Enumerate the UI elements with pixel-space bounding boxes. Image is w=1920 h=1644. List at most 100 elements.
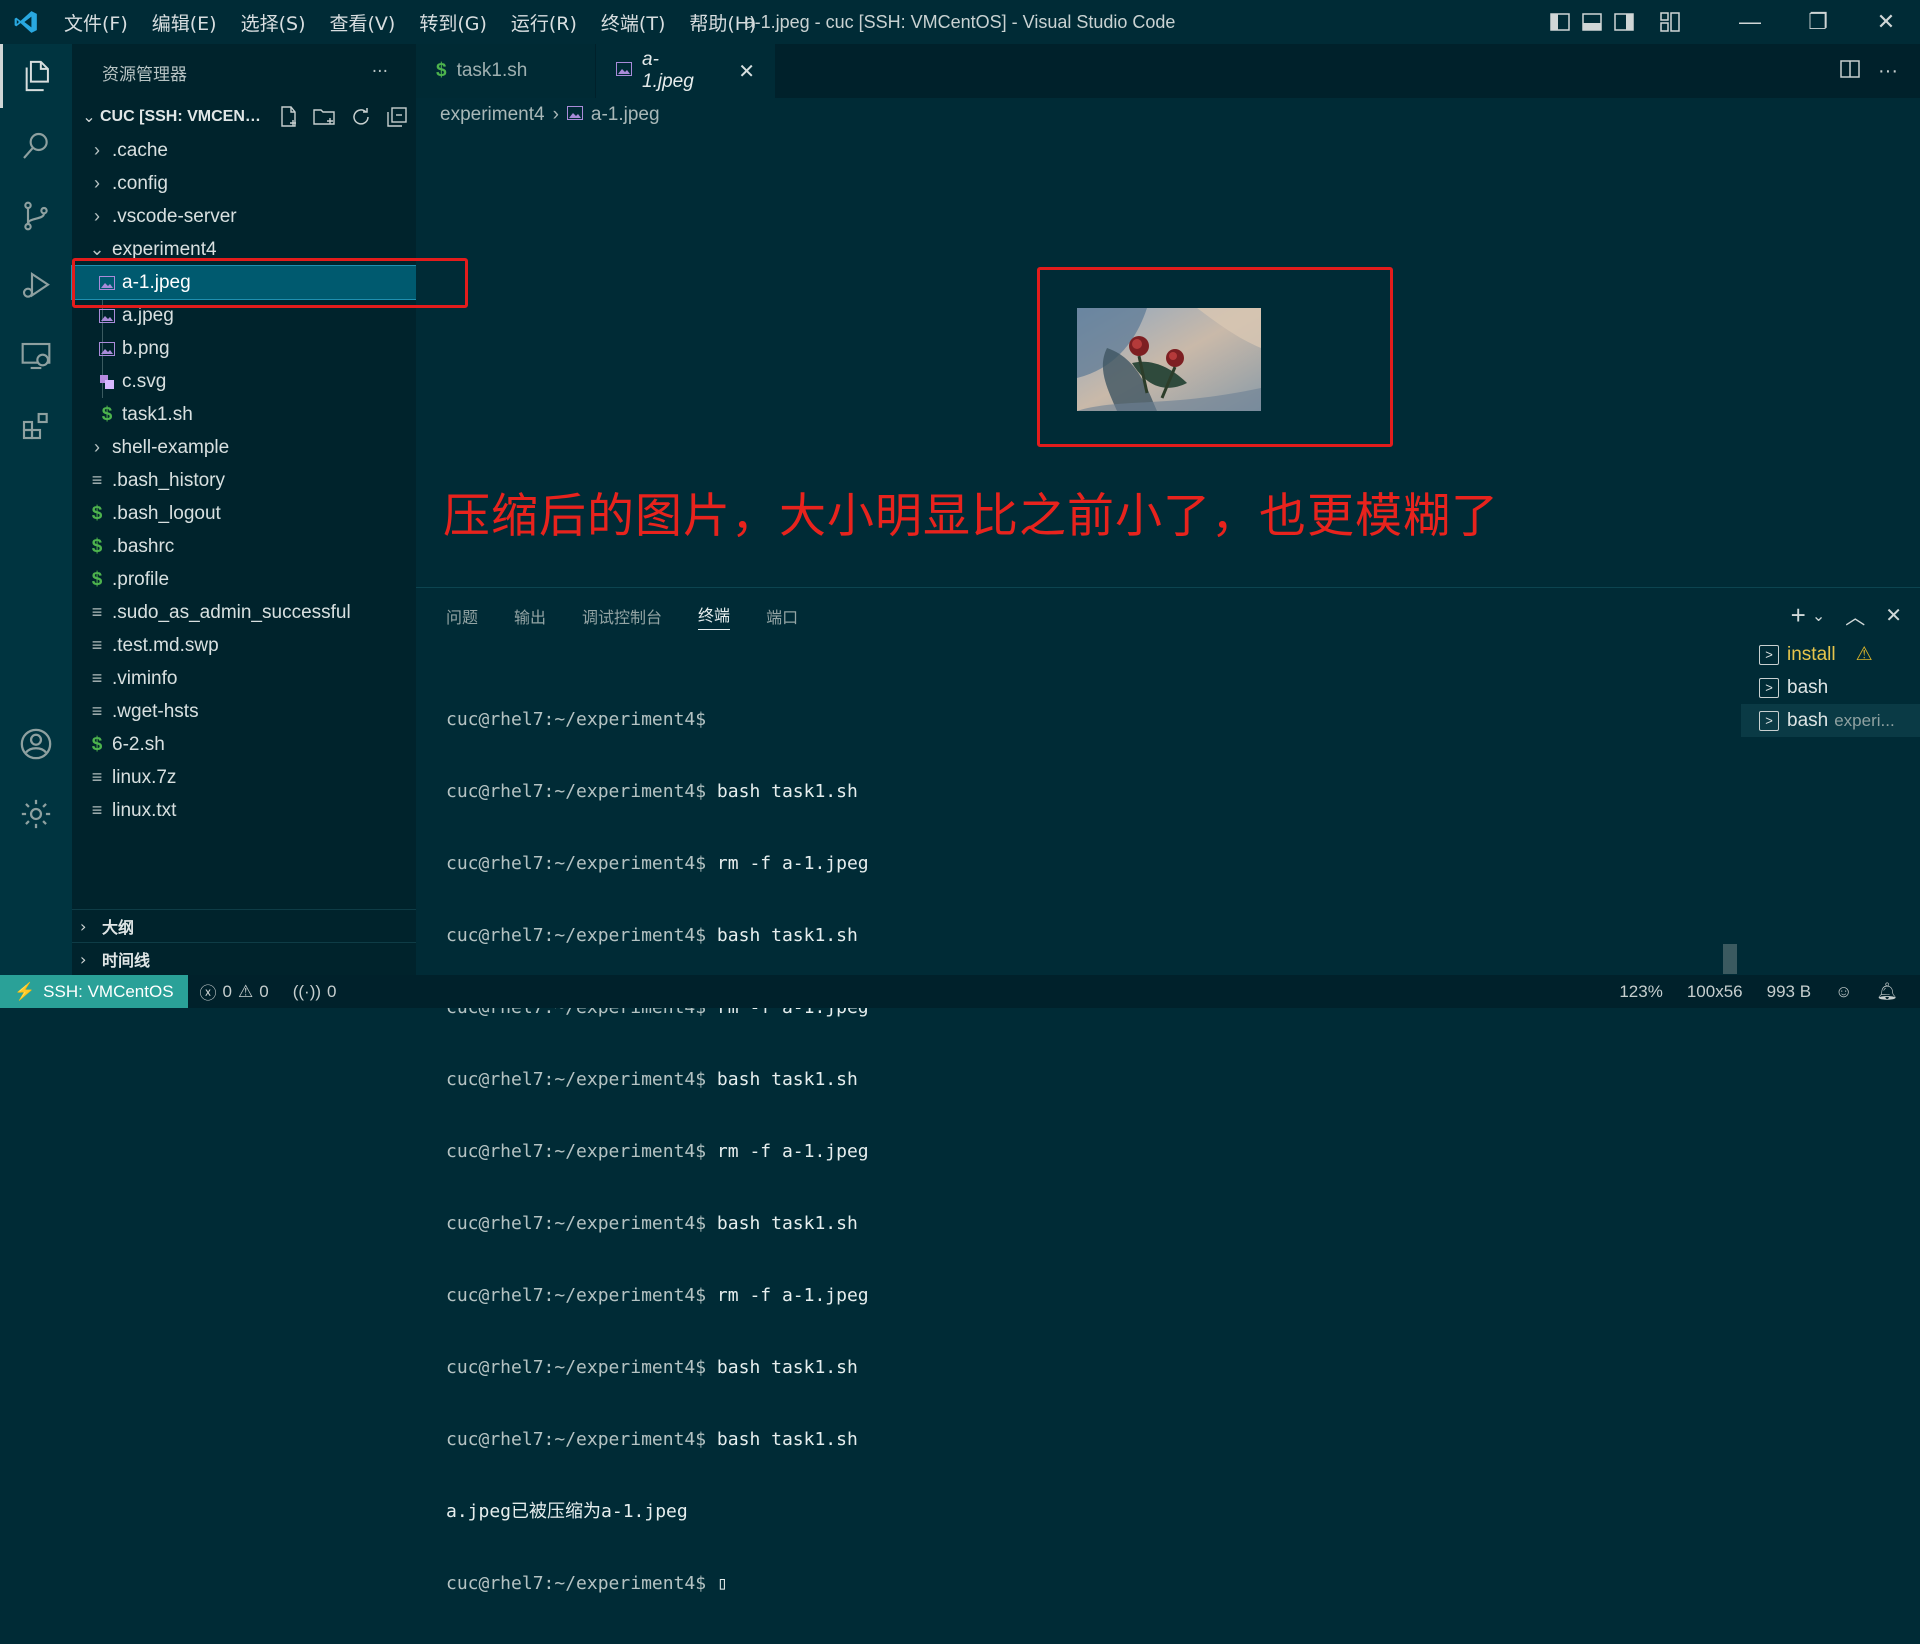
warning-icon: ⚠ bbox=[238, 981, 254, 1001]
tab-output[interactable]: 输出 bbox=[514, 604, 546, 628]
tree-file-bash-history[interactable]: ≡ .bash_history bbox=[72, 464, 416, 497]
tree-file-bash-logout[interactable]: $ .bash_logout bbox=[72, 497, 416, 530]
accounts-icon[interactable] bbox=[0, 712, 72, 776]
refresh-icon[interactable] bbox=[348, 104, 374, 130]
menu-selection[interactable]: 选择(S) bbox=[229, 9, 318, 36]
tree-label: linux.txt bbox=[112, 799, 177, 821]
panel-tabs: 问题 输出 调试控制台 终端 端口 bbox=[446, 588, 798, 644]
breadcrumb-folder[interactable]: experiment4 bbox=[440, 104, 545, 126]
tree-folder-vscode-server[interactable]: › .vscode-server bbox=[72, 200, 416, 233]
terminal-line: cuc@rhel7:~/experiment4$ bash task1.sh bbox=[446, 925, 858, 946]
tab-debug-console[interactable]: 调试控制台 bbox=[582, 604, 662, 628]
tree-file-wget-hsts[interactable]: ≡ .wget-hsts bbox=[72, 695, 416, 728]
remote-explorer-icon[interactable] bbox=[0, 324, 72, 388]
broadcast-icon: ((·)) bbox=[292, 981, 322, 1001]
ports-status[interactable]: ((·)) 0 bbox=[281, 982, 349, 1002]
menu-run[interactable]: 运行(R) bbox=[499, 9, 589, 36]
terminal-line: cuc@rhel7:~/experiment4$ bbox=[446, 709, 707, 730]
shell-file-icon: $ bbox=[101, 403, 113, 425]
tab-problems[interactable]: 问题 bbox=[446, 604, 478, 628]
menu-edit[interactable]: 编辑(E) bbox=[140, 9, 229, 36]
tree-file-c-svg[interactable]: c.svg bbox=[72, 365, 416, 398]
outline-section-header[interactable]: › 大纲 bbox=[72, 909, 416, 942]
new-folder-icon[interactable] bbox=[312, 104, 338, 130]
menu-help[interactable]: 帮助(H) bbox=[677, 9, 768, 36]
image-file-icon bbox=[96, 308, 118, 323]
explorer-icon[interactable] bbox=[0, 44, 72, 108]
feedback-icon[interactable]: ☺ bbox=[1823, 982, 1864, 1002]
split-editor-icon[interactable] bbox=[1840, 59, 1860, 83]
annotation-box-file bbox=[72, 258, 468, 308]
menu-go[interactable]: 转到(G) bbox=[407, 9, 499, 36]
toggle-sidebar-icon[interactable] bbox=[1544, 0, 1576, 44]
menu-file[interactable]: 文件(F) bbox=[52, 9, 140, 36]
tree-label: .bash_logout bbox=[112, 502, 221, 524]
workspace-section-header[interactable]: ⌄ CUC [SSH: VMCENTOS] bbox=[72, 100, 416, 134]
close-window-button[interactable]: ✕ bbox=[1852, 0, 1920, 44]
restore-button[interactable]: ❐ bbox=[1784, 0, 1852, 44]
tree-file-6-2-sh[interactable]: $ 6-2.sh bbox=[72, 728, 416, 761]
warning-icon: ⚠ bbox=[1855, 644, 1873, 665]
tab-ports[interactable]: 端口 bbox=[766, 604, 798, 628]
terminal-icon: > bbox=[1759, 677, 1779, 698]
toggle-secondary-sidebar-icon[interactable] bbox=[1608, 0, 1640, 44]
close-panel-icon[interactable]: ✕ bbox=[1885, 603, 1902, 628]
menu-view[interactable]: 查看(V) bbox=[318, 9, 408, 36]
tree-label: .wget-hsts bbox=[112, 700, 199, 722]
chevron-down-icon[interactable]: ⌄ bbox=[1812, 606, 1825, 626]
menu-terminal[interactable]: 终端(T) bbox=[589, 9, 677, 36]
chevron-right-icon: › bbox=[552, 104, 559, 125]
explorer-sidebar: 资源管理器 ··· ⌄ CUC [SSH: VMCENTOS] › .cache… bbox=[71, 44, 417, 975]
zoom-status[interactable]: 123% bbox=[1607, 982, 1674, 1002]
tree-file-task1-sh[interactable]: $ task1.sh bbox=[72, 398, 416, 431]
terminal-line: cuc@rhel7:~/experiment4$ bash task1.sh bbox=[446, 1069, 858, 1090]
tree-file-linux-7z[interactable]: ≡ linux.7z bbox=[72, 761, 416, 794]
tree-file-sudo-as-admin[interactable]: ≡ .sudo_as_admin_successful bbox=[72, 596, 416, 629]
image-file-icon bbox=[616, 60, 632, 82]
tree-file-test-md-swp[interactable]: ≡ .test.md.swp bbox=[72, 629, 416, 662]
tree-folder-config[interactable]: › .config bbox=[72, 167, 416, 200]
tree-folder-shell-example[interactable]: › shell-example bbox=[72, 431, 416, 464]
remote-indicator[interactable]: ⚡ SSH: VMCentOS bbox=[0, 975, 188, 1008]
tab-terminal[interactable]: 终端 bbox=[698, 602, 731, 630]
toggle-panel-icon[interactable] bbox=[1576, 0, 1608, 44]
shell-file-icon: $ bbox=[91, 733, 103, 755]
annotation-text: 压缩后的图片，大小明显比之前小了，也更模糊了 bbox=[443, 489, 1499, 544]
tree-file-bashrc[interactable]: $ .bashrc bbox=[72, 530, 416, 563]
terminal-output[interactable]: cuc@rhel7:~/experiment4$ cuc@rhel7:~/exp… bbox=[446, 660, 1506, 1644]
tree-file-b-png[interactable]: b.png bbox=[72, 332, 416, 365]
terminal-scrollbar[interactable] bbox=[1723, 944, 1737, 974]
menu-bar: 文件(F) 编辑(E) 选择(S) 查看(V) 转到(G) 运行(R) 终端(T… bbox=[52, 0, 768, 44]
tab-a-1-jpeg[interactable]: a-1.jpeg ✕ bbox=[596, 44, 776, 98]
tree-file-linux-txt[interactable]: ≡ linux.txt bbox=[72, 794, 416, 827]
more-actions-icon[interactable]: ··· bbox=[1878, 60, 1898, 83]
maximize-panel-icon[interactable]: ︿ bbox=[1845, 601, 1865, 630]
problems-status[interactable]: ⓧ 0 ⚠ 0 bbox=[188, 979, 281, 1004]
tree-folder-cache[interactable]: › .cache bbox=[72, 134, 416, 167]
image-file-icon bbox=[566, 104, 583, 126]
terminal-item-install[interactable]: > install ⚠ bbox=[1741, 638, 1920, 671]
terminal-item-bash[interactable]: > bash bbox=[1741, 671, 1920, 704]
search-icon[interactable] bbox=[0, 114, 72, 178]
tree-file-profile[interactable]: $ .profile bbox=[72, 563, 416, 596]
new-terminal-icon[interactable]: + bbox=[1791, 600, 1806, 631]
tab-task1-sh[interactable]: $ task1.sh bbox=[416, 44, 596, 98]
source-control-icon[interactable] bbox=[0, 184, 72, 248]
close-tab-icon[interactable]: ✕ bbox=[738, 59, 755, 84]
run-debug-icon[interactable] bbox=[0, 254, 72, 318]
text-file-icon: ≡ bbox=[91, 767, 103, 787]
tree-label: .sudo_as_admin_successful bbox=[112, 601, 351, 623]
breadcrumb-file[interactable]: a-1.jpeg bbox=[591, 104, 660, 126]
customize-layout-icon[interactable] bbox=[1654, 0, 1686, 44]
explorer-more-button[interactable]: ··· bbox=[372, 62, 388, 82]
shell-file-icon: $ bbox=[91, 568, 103, 590]
new-file-icon[interactable] bbox=[276, 104, 302, 130]
timeline-section-header[interactable]: › 时间线 bbox=[72, 942, 416, 975]
settings-gear-icon[interactable] bbox=[0, 782, 72, 846]
terminal-item-bash-experiment4[interactable]: > bash experi... bbox=[1741, 704, 1920, 737]
tree-file-viminfo[interactable]: ≡ .viminfo bbox=[72, 662, 416, 695]
notifications-bell-icon[interactable]: 🔔︎ bbox=[1864, 982, 1910, 1002]
extensions-icon[interactable] bbox=[0, 394, 72, 458]
minimize-button[interactable]: — bbox=[1716, 0, 1784, 44]
collapse-all-icon[interactable] bbox=[384, 104, 410, 130]
